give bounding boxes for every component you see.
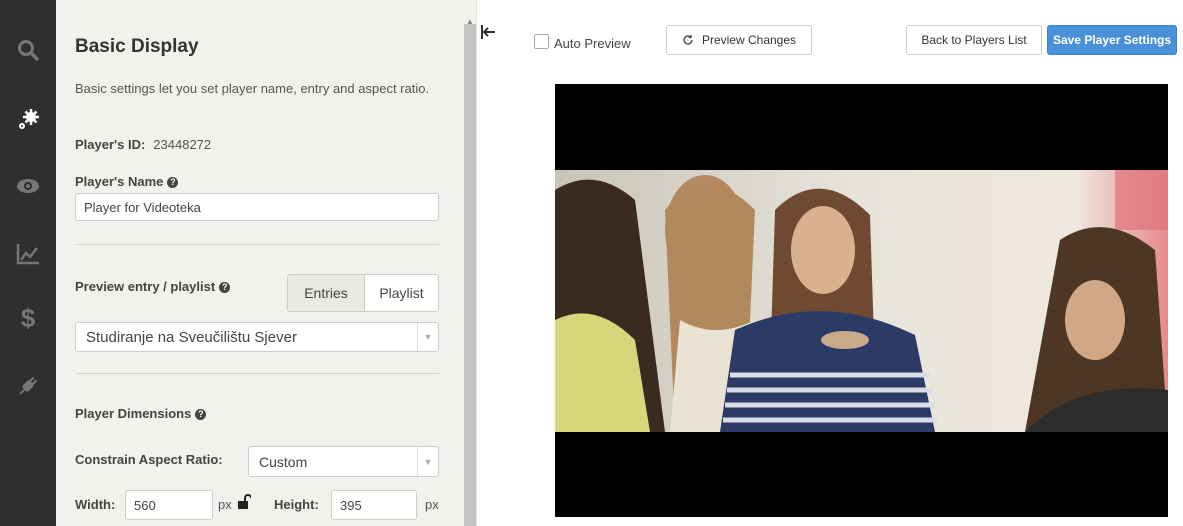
chevron-down-icon: ▼ — [417, 447, 438, 476]
auto-preview-checkbox[interactable] — [534, 34, 549, 49]
eye-icon[interactable] — [12, 170, 44, 202]
player-id-value: 23448272 — [153, 137, 212, 152]
tab-playlist[interactable]: Playlist — [364, 274, 439, 312]
gear-icon[interactable] — [12, 104, 44, 136]
aspect-ratio-label: Constrain Aspect Ratio: — [75, 452, 223, 467]
refresh-icon — [682, 34, 694, 46]
player-name-input[interactable]: Player for Videoteka — [75, 193, 439, 221]
panel-description: Basic settings let you set player name, … — [75, 81, 430, 96]
left-rail: $ — [0, 0, 56, 526]
divider — [75, 373, 439, 374]
preview-changes-label: Preview Changes — [701, 33, 797, 47]
chart-icon[interactable] — [12, 238, 44, 270]
height-input[interactable]: 395 — [331, 490, 417, 520]
width-unit: px — [218, 497, 232, 512]
player-name-label-row: Player's Name? — [75, 174, 179, 189]
height-unit: px — [425, 497, 439, 512]
entry-select[interactable]: Studiranje na Sveučilištu Sjever ▼ — [75, 322, 439, 352]
dollar-icon[interactable]: $ — [12, 302, 44, 334]
panel-divider — [476, 0, 477, 526]
height-label: Height: — [274, 497, 319, 512]
auto-preview-label: Auto Preview — [554, 36, 631, 51]
help-icon[interactable]: ? — [167, 177, 179, 189]
player-dimensions-label: Player Dimensions — [75, 406, 192, 421]
preview-entry-label: Preview entry / playlist — [75, 279, 216, 294]
save-player-settings-button[interactable]: Save Player Settings — [1047, 25, 1177, 55]
chevron-down-icon: ▼ — [417, 323, 438, 351]
width-input[interactable]: 560 — [125, 490, 213, 520]
divider — [75, 244, 439, 245]
player-id-row: Player's ID: 23448272 — [75, 137, 211, 152]
lock-icon[interactable] — [237, 494, 252, 515]
panel-title: Basic Display — [75, 36, 199, 57]
help-icon[interactable]: ? — [219, 282, 231, 294]
video-frame-image — [555, 170, 1168, 432]
aspect-ratio-select[interactable]: Custom ▼ — [248, 446, 439, 477]
preview-entry-label-row: Preview entry / playlist? — [75, 279, 231, 294]
search-icon[interactable] — [12, 34, 44, 66]
help-icon[interactable]: ? — [195, 409, 207, 421]
aspect-ratio-value: Custom — [259, 453, 308, 470]
plugin-icon[interactable] — [12, 370, 44, 402]
preview-changes-button[interactable]: Preview Changes — [666, 25, 812, 55]
entry-select-value: Studiranje na Sveučilištu Sjever — [86, 328, 297, 346]
collapse-panel-icon[interactable] — [477, 22, 499, 44]
width-label: Width: — [75, 497, 116, 512]
player-dimensions-label-row: Player Dimensions? — [75, 406, 207, 421]
video-preview[interactable] — [555, 84, 1168, 517]
player-name-label: Player's Name — [75, 174, 164, 189]
back-to-players-button[interactable]: Back to Players List — [906, 25, 1042, 55]
player-id-label: Player's ID: — [75, 137, 146, 152]
scrollbar-thumb[interactable] — [464, 24, 476, 526]
tab-entries[interactable]: Entries — [287, 274, 365, 312]
